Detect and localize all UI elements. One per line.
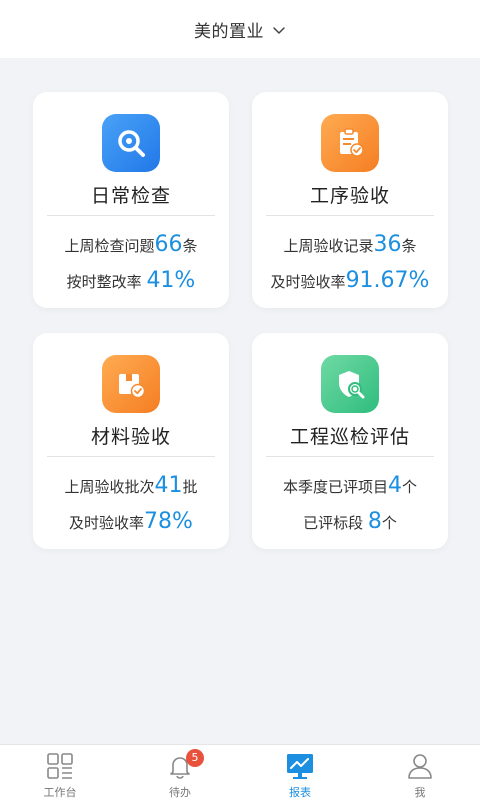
top-bar: 美的置业	[0, 0, 480, 58]
card-material-acceptance[interactable]: 材料验收 上周验收批次41批 及时验收率78%	[33, 333, 229, 549]
weekly-batches-stat: 上周验收批次41批	[64, 473, 198, 498]
org-selector-title[interactable]: 美的置业	[194, 17, 264, 42]
package-check-icon	[102, 355, 160, 413]
quarterly-evaluated-projects-stat: 本季度已评项目4个	[282, 473, 418, 498]
divider	[47, 456, 215, 457]
card-process-acceptance[interactable]: 工序验收 上周验收记录36条 及时验收率91.67%	[252, 92, 448, 308]
tab-label: 我	[414, 786, 426, 799]
tab-label: 报表	[289, 786, 311, 799]
weekly-records-stat: 上周验收记录36条	[283, 232, 417, 257]
todo-count-badge: 5	[186, 749, 204, 767]
user-icon	[405, 751, 435, 781]
tab-me[interactable]: 我	[360, 745, 480, 801]
chevron-down-icon[interactable]	[272, 22, 286, 36]
timely-acceptance-rate-stat: 及时验收率78%	[69, 509, 193, 534]
weekly-issues-stat: 上周检查问题66条	[64, 232, 198, 257]
divider	[266, 215, 434, 216]
card-title: 日常检查	[90, 185, 171, 207]
search-icon	[102, 114, 160, 172]
evaluated-sections-stat: 已评标段 8个	[303, 509, 397, 534]
bottom-tab-bar: 工作台 5 待办 报表 我	[0, 744, 480, 801]
card-title: 材料验收	[90, 426, 171, 448]
shield-search-icon	[321, 355, 379, 413]
card-engineering-patrol-evaluation[interactable]: 工程巡检评估 本季度已评项目4个 已评标段 8个	[252, 333, 448, 549]
clipboard-check-icon	[321, 114, 379, 172]
timely-acceptance-rate-stat: 及时验收率91.67%	[270, 268, 430, 293]
divider	[266, 456, 434, 457]
card-daily-inspection[interactable]: 日常检查 上周检查问题66条 按时整改率 41%	[33, 92, 229, 308]
tab-label: 待办	[169, 786, 191, 799]
chart-icon	[285, 751, 315, 781]
tab-workbench[interactable]: 工作台	[0, 745, 120, 801]
grid-icon	[45, 751, 75, 781]
tab-label: 工作台	[43, 786, 77, 799]
divider	[47, 215, 215, 216]
tab-todo[interactable]: 5 待办	[120, 745, 240, 801]
card-title: 工程巡检评估	[289, 426, 410, 448]
tab-reports[interactable]: 报表	[240, 745, 360, 801]
rectification-rate-stat: 按时整改率 41%	[66, 268, 196, 293]
card-title: 工序验收	[309, 185, 390, 207]
